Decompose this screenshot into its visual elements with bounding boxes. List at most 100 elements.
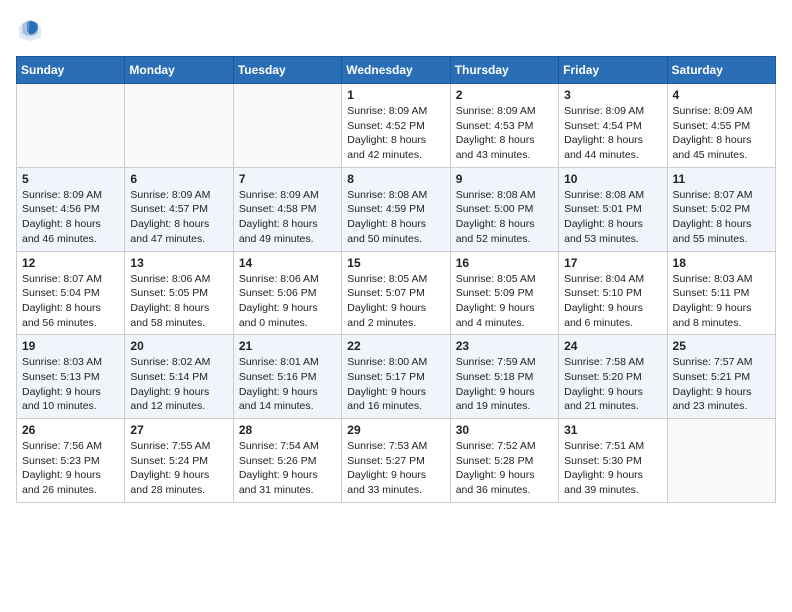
day-number: 6 [130, 172, 227, 186]
calendar-cell [667, 419, 775, 503]
day-info: Sunrise: 8:08 AM Sunset: 4:59 PM Dayligh… [347, 189, 427, 245]
day-info: Sunrise: 7:57 AM Sunset: 5:21 PM Dayligh… [673, 356, 753, 412]
day-info: Sunrise: 8:07 AM Sunset: 5:02 PM Dayligh… [673, 189, 753, 245]
weekday-header-row: SundayMondayTuesdayWednesdayThursdayFrid… [17, 57, 776, 84]
calendar-cell: 25 Sunrise: 7:57 AM Sunset: 5:21 PM Dayli… [667, 335, 775, 419]
weekday-header-friday: Friday [559, 57, 667, 84]
day-number: 22 [347, 339, 444, 353]
day-number: 15 [347, 256, 444, 270]
day-info: Sunrise: 8:06 AM Sunset: 5:06 PM Dayligh… [239, 273, 319, 329]
calendar-cell: 31 Sunrise: 7:51 AM Sunset: 5:30 PM Dayli… [559, 419, 667, 503]
day-number: 27 [130, 423, 227, 437]
day-info: Sunrise: 8:05 AM Sunset: 5:09 PM Dayligh… [456, 273, 536, 329]
week-row-3: 12 Sunrise: 8:07 AM Sunset: 5:04 PM Dayli… [17, 251, 776, 335]
calendar-cell: 17 Sunrise: 8:04 AM Sunset: 5:10 PM Dayli… [559, 251, 667, 335]
calendar-cell: 5 Sunrise: 8:09 AM Sunset: 4:56 PM Daylig… [17, 167, 125, 251]
weekday-header-tuesday: Tuesday [233, 57, 341, 84]
day-number: 8 [347, 172, 444, 186]
day-info: Sunrise: 8:09 AM Sunset: 4:55 PM Dayligh… [673, 105, 753, 161]
day-number: 9 [456, 172, 553, 186]
day-number: 25 [673, 339, 770, 353]
day-info: Sunrise: 8:08 AM Sunset: 5:00 PM Dayligh… [456, 189, 536, 245]
day-info: Sunrise: 7:55 AM Sunset: 5:24 PM Dayligh… [130, 440, 210, 496]
calendar-cell: 9 Sunrise: 8:08 AM Sunset: 5:00 PM Daylig… [450, 167, 558, 251]
calendar-cell: 30 Sunrise: 7:52 AM Sunset: 5:28 PM Dayli… [450, 419, 558, 503]
day-number: 31 [564, 423, 661, 437]
day-info: Sunrise: 8:06 AM Sunset: 5:05 PM Dayligh… [130, 273, 210, 329]
day-info: Sunrise: 7:51 AM Sunset: 5:30 PM Dayligh… [564, 440, 644, 496]
weekday-header-thursday: Thursday [450, 57, 558, 84]
calendar-cell: 15 Sunrise: 8:05 AM Sunset: 5:07 PM Dayli… [342, 251, 450, 335]
day-info: Sunrise: 7:58 AM Sunset: 5:20 PM Dayligh… [564, 356, 644, 412]
calendar-cell: 2 Sunrise: 8:09 AM Sunset: 4:53 PM Daylig… [450, 84, 558, 168]
calendar-cell: 18 Sunrise: 8:03 AM Sunset: 5:11 PM Dayli… [667, 251, 775, 335]
day-number: 19 [22, 339, 119, 353]
calendar-cell: 20Sunrise: 8:02 AM Sunset: 5:14 PM Dayli… [125, 335, 233, 419]
calendar-cell [233, 84, 341, 168]
day-number: 14 [239, 256, 336, 270]
day-info: Sunrise: 7:52 AM Sunset: 5:28 PM Dayligh… [456, 440, 536, 496]
day-info: Sunrise: 8:09 AM Sunset: 4:52 PM Dayligh… [347, 105, 427, 161]
calendar-cell: 16 Sunrise: 8:05 AM Sunset: 5:09 PM Dayli… [450, 251, 558, 335]
day-info: Sunrise: 7:59 AM Sunset: 5:18 PM Dayligh… [456, 356, 536, 412]
day-number: 2 [456, 88, 553, 102]
calendar-cell: 1 Sunrise: 8:09 AM Sunset: 4:52 PM Daylig… [342, 84, 450, 168]
day-info: Sunrise: 8:03 AM Sunset: 5:11 PM Dayligh… [673, 273, 753, 329]
day-info: Sunrise: 8:08 AM Sunset: 5:01 PM Dayligh… [564, 189, 644, 245]
week-row-4: 19Sunrise: 8:03 AM Sunset: 5:13 PM Dayli… [17, 335, 776, 419]
weekday-header-saturday: Saturday [667, 57, 775, 84]
calendar-cell [125, 84, 233, 168]
day-info: Sunrise: 8:07 AM Sunset: 5:04 PM Dayligh… [22, 273, 102, 329]
day-info: Sunrise: 8:09 AM Sunset: 4:58 PM Dayligh… [239, 189, 319, 245]
calendar-cell: 19Sunrise: 8:03 AM Sunset: 5:13 PM Dayli… [17, 335, 125, 419]
week-row-2: 5 Sunrise: 8:09 AM Sunset: 4:56 PM Daylig… [17, 167, 776, 251]
day-number: 17 [564, 256, 661, 270]
calendar-cell: 21Sunrise: 8:01 AM Sunset: 5:16 PM Dayli… [233, 335, 341, 419]
day-number: 3 [564, 88, 661, 102]
calendar-cell: 27 Sunrise: 7:55 AM Sunset: 5:24 PM Dayli… [125, 419, 233, 503]
day-info: Sunrise: 8:00 AM Sunset: 5:17 PM Dayligh… [347, 356, 427, 412]
day-info: Sunrise: 8:02 AM Sunset: 5:14 PM Dayligh… [130, 356, 210, 412]
calendar-cell: 13Sunrise: 8:06 AM Sunset: 5:05 PM Dayli… [125, 251, 233, 335]
calendar-cell: 12 Sunrise: 8:07 AM Sunset: 5:04 PM Dayli… [17, 251, 125, 335]
day-number: 26 [22, 423, 119, 437]
day-info: Sunrise: 8:05 AM Sunset: 5:07 PM Dayligh… [347, 273, 427, 329]
weekday-header-monday: Monday [125, 57, 233, 84]
day-number: 24 [564, 339, 661, 353]
calendar-table: SundayMondayTuesdayWednesdayThursdayFrid… [16, 56, 776, 503]
day-number: 30 [456, 423, 553, 437]
day-number: 28 [239, 423, 336, 437]
calendar-cell: 11Sunrise: 8:07 AM Sunset: 5:02 PM Dayli… [667, 167, 775, 251]
calendar-cell: 23Sunrise: 7:59 AM Sunset: 5:18 PM Dayli… [450, 335, 558, 419]
calendar-cell: 28 Sunrise: 7:54 AM Sunset: 5:26 PM Dayli… [233, 419, 341, 503]
logo-icon [16, 16, 44, 44]
day-number: 10 [564, 172, 661, 186]
calendar-cell: 7 Sunrise: 8:09 AM Sunset: 4:58 PM Daylig… [233, 167, 341, 251]
week-row-5: 26 Sunrise: 7:56 AM Sunset: 5:23 PM Dayli… [17, 419, 776, 503]
day-info: Sunrise: 7:56 AM Sunset: 5:23 PM Dayligh… [22, 440, 102, 496]
day-info: Sunrise: 7:54 AM Sunset: 5:26 PM Dayligh… [239, 440, 319, 496]
day-number: 7 [239, 172, 336, 186]
calendar-cell: 22 Sunrise: 8:00 AM Sunset: 5:17 PM Dayli… [342, 335, 450, 419]
calendar-cell: 8 Sunrise: 8:08 AM Sunset: 4:59 PM Daylig… [342, 167, 450, 251]
day-info: Sunrise: 8:09 AM Sunset: 4:54 PM Dayligh… [564, 105, 644, 161]
day-info: Sunrise: 8:09 AM Sunset: 4:56 PM Dayligh… [22, 189, 102, 245]
calendar-cell: 3 Sunrise: 8:09 AM Sunset: 4:54 PM Daylig… [559, 84, 667, 168]
day-number: 1 [347, 88, 444, 102]
day-number: 16 [456, 256, 553, 270]
calendar-cell: 26 Sunrise: 7:56 AM Sunset: 5:23 PM Dayli… [17, 419, 125, 503]
day-number: 5 [22, 172, 119, 186]
calendar-cell: 14 Sunrise: 8:06 AM Sunset: 5:06 PM Dayli… [233, 251, 341, 335]
logo [16, 16, 48, 44]
day-info: Sunrise: 8:04 AM Sunset: 5:10 PM Dayligh… [564, 273, 644, 329]
calendar-cell: 10 Sunrise: 8:08 AM Sunset: 5:01 PM Dayli… [559, 167, 667, 251]
page-header [16, 16, 776, 44]
calendar-cell: 6Sunrise: 8:09 AM Sunset: 4:57 PM Daylig… [125, 167, 233, 251]
week-row-1: 1 Sunrise: 8:09 AM Sunset: 4:52 PM Daylig… [17, 84, 776, 168]
day-number: 18 [673, 256, 770, 270]
day-number: 12 [22, 256, 119, 270]
calendar-cell: 29Sunrise: 7:53 AM Sunset: 5:27 PM Dayli… [342, 419, 450, 503]
weekday-header-sunday: Sunday [17, 57, 125, 84]
day-number: 29 [347, 423, 444, 437]
day-info: Sunrise: 8:09 AM Sunset: 4:53 PM Dayligh… [456, 105, 536, 161]
